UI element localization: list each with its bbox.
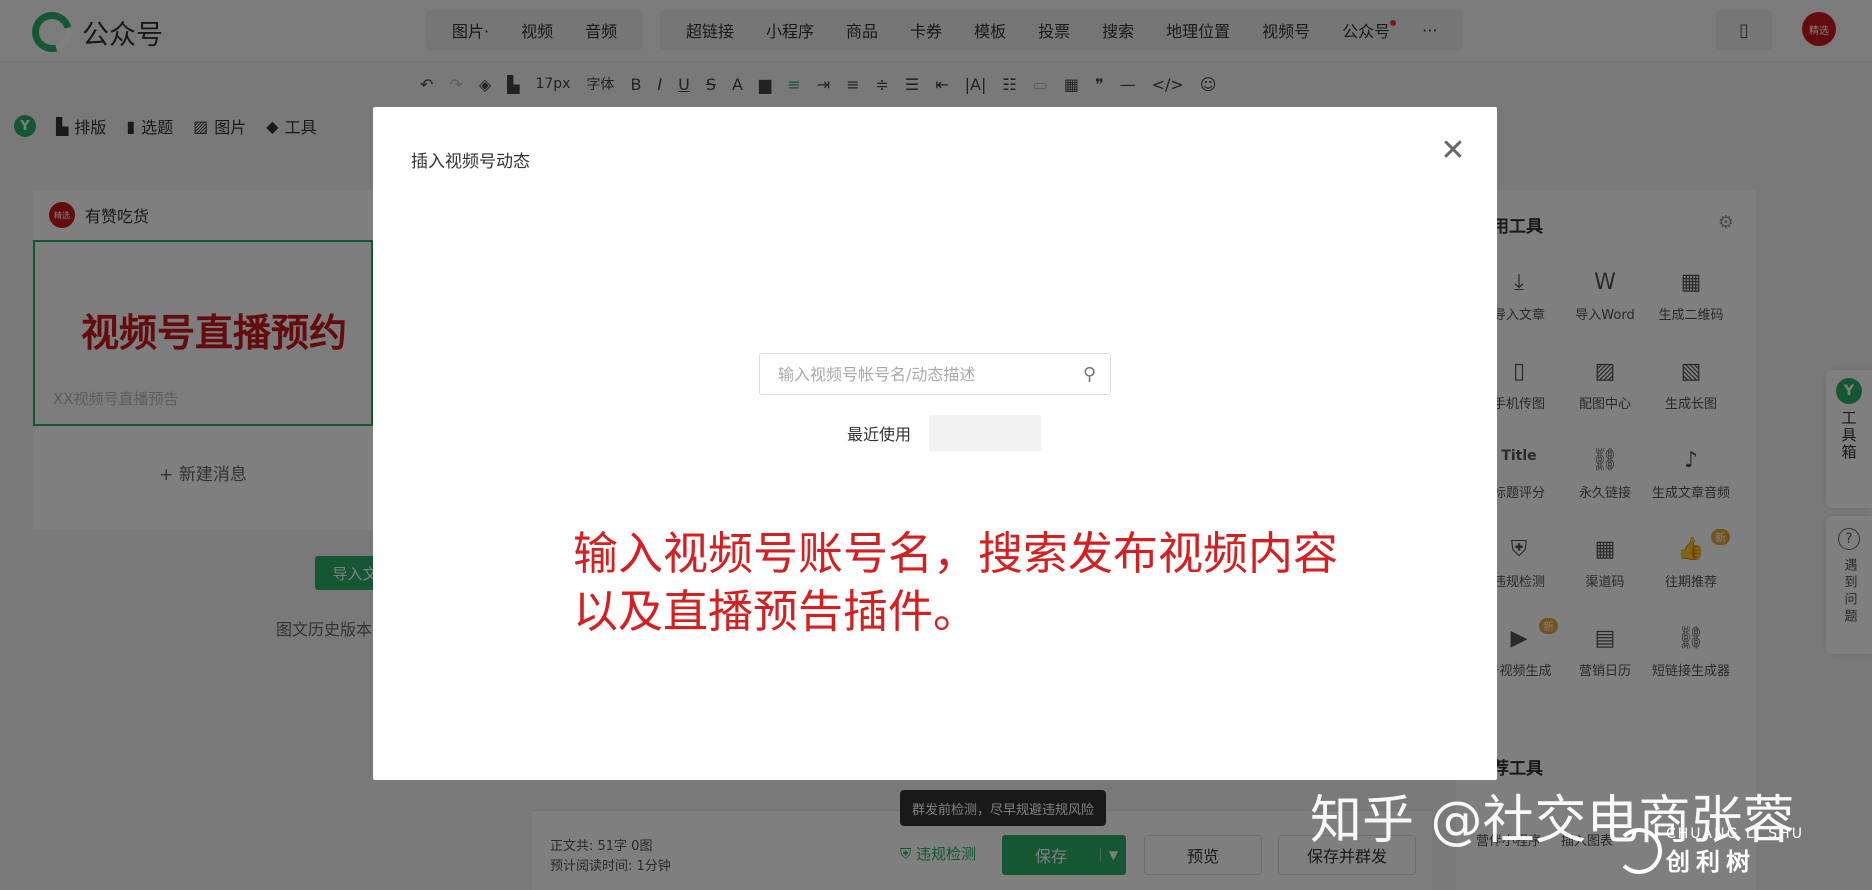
- dialog-title: 插入视频号动态: [411, 152, 530, 172]
- recent-used-label: 最近使用: [847, 425, 912, 444]
- brand-english: CHUANG LI SHU: [1666, 826, 1804, 842]
- search-icon[interactable]: ⚲: [1083, 364, 1096, 385]
- close-icon[interactable]: ✕: [1439, 136, 1467, 166]
- insert-channels-dialog: 插入视频号动态 ✕ ⚲ 最近使用 输入视频号账号名，搜索发布视频内容 以及直播预…: [373, 107, 1497, 780]
- brand-logo-icon: [1616, 828, 1662, 874]
- channels-search-box: ⚲: [759, 353, 1111, 395]
- annotation-text: 输入视频号账号名，搜索发布视频内容 以及直播预告插件。: [573, 525, 1338, 641]
- brand-watermark: CHUANG LI SHU 创利树: [1616, 826, 1804, 877]
- annotation-line-2: 以及直播预告插件。: [573, 585, 979, 638]
- channels-search-input[interactable]: [760, 354, 1060, 394]
- annotation-line-1: 输入视频号账号名，搜索发布视频内容: [573, 527, 1339, 580]
- recent-used-item[interactable]: [929, 415, 1041, 451]
- brand-chinese: 创利树: [1666, 848, 1756, 876]
